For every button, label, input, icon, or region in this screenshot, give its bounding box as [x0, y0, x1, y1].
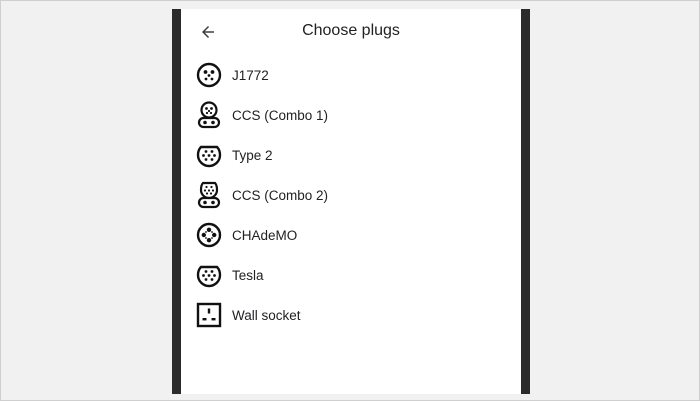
device-frame: Choose plugs J1772 CCS (Combo 1) Type 2 … [172, 9, 530, 394]
outer-frame: Choose plugs J1772 CCS (Combo 1) Type 2 … [0, 0, 700, 401]
plug-option-ccs-combo2[interactable]: CCS (Combo 2) [181, 175, 521, 215]
type2-plug-icon [196, 142, 222, 168]
ccs-combo2-plug-icon [196, 181, 222, 209]
plug-label: Wall socket [232, 307, 301, 323]
wall-socket-icon [196, 302, 222, 328]
page-title: Choose plugs [302, 22, 400, 39]
plug-option-chademo[interactable]: CHAdeMO [181, 215, 521, 255]
plug-label: Tesla [232, 267, 264, 283]
j1772-plug-icon [196, 62, 222, 88]
ccs-combo1-plug-icon [196, 101, 222, 129]
plug-label: CCS (Combo 1) [232, 107, 329, 123]
plug-option-type2[interactable]: Type 2 [181, 135, 521, 175]
plug-option-tesla[interactable]: Tesla [181, 255, 521, 295]
tesla-plug-icon [196, 262, 222, 288]
chademo-plug-icon [196, 222, 222, 248]
plug-label: Type 2 [232, 147, 273, 163]
plug-option-wall-socket[interactable]: Wall socket [181, 295, 521, 335]
plug-option-j1772[interactable]: J1772 [181, 55, 521, 95]
plug-label: CHAdeMO [232, 227, 298, 243]
plug-label: J1772 [232, 67, 269, 83]
plug-option-ccs-combo1[interactable]: CCS (Combo 1) [181, 95, 521, 135]
plug-list: J1772 CCS (Combo 1) Type 2 CCS (Combo 2)… [181, 55, 521, 335]
app-screen: Choose plugs J1772 CCS (Combo 1) Type 2 … [181, 9, 521, 394]
plug-label: CCS (Combo 2) [232, 187, 329, 203]
top-app-bar: Choose plugs [181, 9, 521, 55]
